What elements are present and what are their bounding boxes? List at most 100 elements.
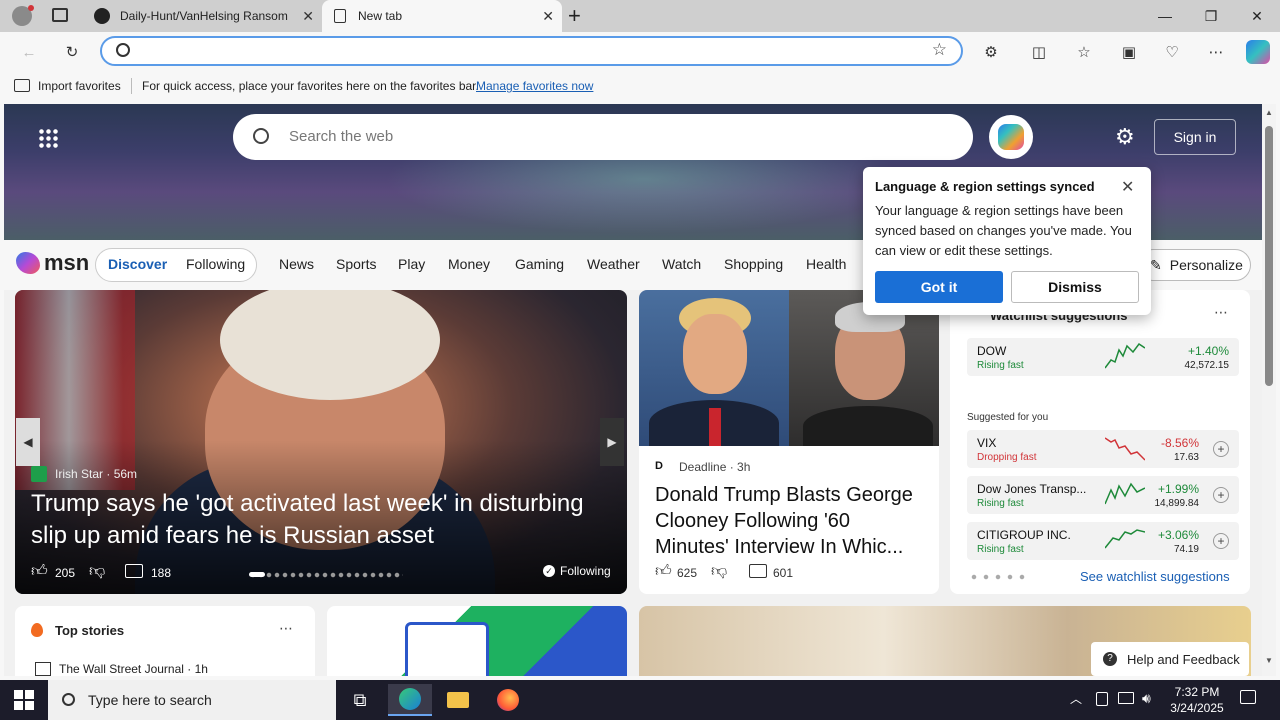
settings-gear-icon[interactable]: ⚙ bbox=[1115, 124, 1135, 150]
refresh-icon[interactable]: ↻ bbox=[61, 41, 83, 63]
more-options-icon[interactable]: ⋯ bbox=[1214, 304, 1228, 321]
github-icon bbox=[94, 8, 110, 24]
close-icon[interactable]: ✕ bbox=[542, 8, 554, 25]
story-card-deadline[interactable]: D Deadline · 3h Donald Trump Blasts Geor… bbox=[639, 290, 939, 594]
like-count: 625 bbox=[677, 566, 698, 580]
import-favorites-button[interactable]: Import favorites bbox=[38, 79, 121, 93]
tab-following[interactable]: Following bbox=[186, 256, 245, 272]
back-icon[interactable]: ← bbox=[18, 41, 40, 63]
nav-gaming[interactable]: Gaming bbox=[515, 256, 564, 272]
stock-row-citigroup[interactable]: CITIGROUP INC. Rising fast +3.06% 74.19 … bbox=[967, 522, 1239, 560]
battery-icon[interactable] bbox=[1096, 692, 1108, 706]
carousel-prev-button[interactable]: ◀ bbox=[16, 418, 40, 466]
sign-in-button[interactable]: Sign in bbox=[1154, 119, 1236, 155]
add-stock-button[interactable]: + bbox=[1213, 441, 1229, 457]
split-screen-icon[interactable]: ◫ bbox=[1028, 41, 1050, 63]
butterfly-icon bbox=[16, 252, 40, 274]
file-explorer-icon[interactable] bbox=[436, 684, 480, 716]
new-tab-button[interactable]: + bbox=[568, 3, 581, 29]
tab-github[interactable]: Daily-Hunt/VanHelsing Ransom ✕ bbox=[84, 0, 322, 32]
task-view-icon[interactable]: ⧉ bbox=[338, 684, 382, 716]
help-feedback-button[interactable]: ? Help and Feedback bbox=[1091, 642, 1249, 676]
nav-sports[interactable]: Sports bbox=[336, 256, 376, 272]
collections-icon[interactable]: ▣ bbox=[1118, 41, 1140, 63]
dislike-icon[interactable]: 👎︎ bbox=[89, 562, 105, 581]
nav-money[interactable]: Money bbox=[448, 256, 490, 272]
personalize-button[interactable]: ✎ Personalize bbox=[1137, 249, 1251, 281]
nav-play[interactable]: Play bbox=[398, 256, 425, 272]
tablet-illustration bbox=[405, 622, 489, 676]
following-badge[interactable]: ✓ Following bbox=[543, 564, 611, 578]
comment-count: 188 bbox=[151, 566, 172, 580]
scroll-up-icon[interactable]: ▲ bbox=[1265, 108, 1273, 117]
hero-headline[interactable]: Trump says he 'got activated last week' … bbox=[31, 488, 621, 552]
apps-grid-icon[interactable] bbox=[38, 128, 58, 148]
more-icon[interactable]: ⋯ bbox=[1205, 41, 1227, 63]
nav-health[interactable]: Health bbox=[806, 256, 846, 272]
page-scrollbar[interactable]: ▲ ▼ bbox=[1262, 104, 1276, 676]
manage-favorites-link[interactable]: Manage favorites now bbox=[476, 79, 593, 93]
promo-card[interactable] bbox=[327, 606, 627, 676]
story-source[interactable]: The Wall Street Journal · 1h bbox=[59, 662, 208, 676]
clock[interactable]: 7:32 PM 3/24/2025 bbox=[1166, 684, 1228, 716]
tray-chevron-icon[interactable]: ︿ bbox=[1070, 690, 1082, 707]
tab-new-tab[interactable]: New tab ✕ bbox=[322, 0, 562, 32]
stock-row-vix[interactable]: VIX Dropping fast -8.56% 17.63 + bbox=[967, 430, 1239, 468]
network-icon[interactable] bbox=[1118, 692, 1134, 704]
more-options-icon[interactable]: ⋯ bbox=[279, 620, 293, 637]
source-name: Irish Star bbox=[55, 467, 104, 481]
close-window-button[interactable]: ✕ bbox=[1234, 0, 1280, 32]
like-icon[interactable]: 👍︎ bbox=[655, 562, 672, 581]
see-watchlist-link[interactable]: See watchlist suggestions bbox=[1080, 569, 1230, 584]
msn-logo[interactable]: msn bbox=[16, 250, 89, 276]
close-icon[interactable]: ✕ bbox=[302, 8, 314, 25]
add-stock-button[interactable]: + bbox=[1213, 533, 1229, 549]
favorites-icon[interactable]: ☆ bbox=[1073, 41, 1095, 63]
story-headline[interactable]: Donald Trump Blasts George Clooney Follo… bbox=[655, 482, 927, 560]
add-stock-button[interactable]: + bbox=[1213, 487, 1229, 503]
personalize-label: Personalize bbox=[1169, 257, 1243, 273]
favorite-star-icon[interactable]: ☆ bbox=[932, 40, 947, 60]
like-icon[interactable]: 👍︎ bbox=[31, 562, 48, 581]
windows-start-icon[interactable] bbox=[14, 690, 34, 710]
copilot-button[interactable] bbox=[989, 115, 1033, 159]
scrollbar-thumb[interactable] bbox=[1265, 126, 1273, 386]
top-stories-card: Top stories ⋯ The Wall Street Journal · … bbox=[15, 606, 315, 676]
source-name: The Wall Street Journal bbox=[59, 662, 184, 676]
hero-story-card[interactable]: Irish Star · 56m Trump says he 'got acti… bbox=[15, 290, 627, 594]
minimize-button[interactable]: — bbox=[1142, 0, 1188, 32]
stock-row-transport[interactable]: Dow Jones Transp... Rising fast +1.99% 1… bbox=[967, 476, 1239, 514]
close-icon[interactable]: ✕ bbox=[1121, 177, 1134, 197]
extensions-icon[interactable]: ⚙ bbox=[980, 41, 1002, 63]
nav-news[interactable]: News bbox=[279, 256, 314, 272]
web-search-box[interactable]: Search the web bbox=[233, 114, 973, 160]
notifications-icon[interactable] bbox=[1240, 690, 1256, 704]
copilot-icon[interactable] bbox=[1246, 40, 1270, 64]
edge-browser-icon[interactable] bbox=[388, 684, 432, 716]
comment-icon[interactable] bbox=[125, 564, 143, 578]
dislike-icon[interactable]: 👎︎ bbox=[711, 562, 727, 581]
taskbar-search[interactable]: Type here to search bbox=[48, 680, 336, 720]
restore-button[interactable]: ❐ bbox=[1188, 0, 1234, 32]
firefox-icon[interactable] bbox=[486, 684, 530, 716]
nav-weather[interactable]: Weather bbox=[587, 256, 640, 272]
nav-watch[interactable]: Watch bbox=[662, 256, 701, 272]
sparkline-chart bbox=[1105, 482, 1145, 505]
like-count: 205 bbox=[55, 566, 76, 580]
tab-discover[interactable]: Discover bbox=[108, 256, 167, 272]
got-it-button[interactable]: Got it bbox=[875, 271, 1003, 303]
dismiss-button[interactable]: Dismiss bbox=[1011, 271, 1139, 303]
nav-shopping[interactable]: Shopping bbox=[724, 256, 783, 272]
browser-essentials-icon[interactable]: ♡ bbox=[1161, 41, 1183, 63]
scroll-down-icon[interactable]: ▼ bbox=[1265, 656, 1273, 665]
carousel-next-button[interactable]: ▶ bbox=[600, 418, 624, 466]
comment-icon[interactable] bbox=[749, 564, 767, 578]
following-label: Following bbox=[560, 564, 611, 578]
source-age: 56m bbox=[113, 467, 138, 481]
address-bar[interactable]: ☆ bbox=[100, 36, 963, 66]
stock-row-dow[interactable]: DOW Rising fast +1.40% 42,572.15 bbox=[967, 338, 1239, 376]
watchlist-pagination-dots[interactable] bbox=[968, 574, 1026, 580]
volume-icon[interactable]: 🔊︎ bbox=[1142, 690, 1151, 707]
top-stories-title: Top stories bbox=[55, 623, 125, 638]
tab-actions-icon[interactable] bbox=[52, 8, 68, 22]
